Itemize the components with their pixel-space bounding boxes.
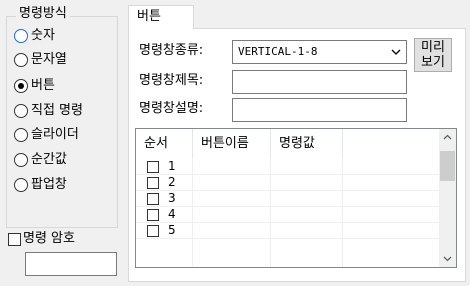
table-row[interactable]: 4: [136, 207, 441, 223]
password-checkbox-row[interactable]: 명령 암호: [8, 230, 75, 248]
preview-button-line2: 보기: [421, 55, 445, 70]
radio-direct-command[interactable]: 직접 명령: [14, 101, 83, 121]
row-order: 5: [168, 223, 176, 237]
window-type-select[interactable]: VERTICAL-1-8: [232, 40, 407, 64]
window-type-value: VERTICAL-1-8: [238, 45, 318, 58]
radio-label: 순간값: [31, 152, 67, 167]
tab-button[interactable]: 버튼: [128, 5, 194, 29]
radio-button[interactable]: [14, 153, 28, 167]
command-mode-group: [6, 16, 118, 228]
radio-button[interactable]: [14, 128, 28, 142]
chevron-down-icon: [391, 49, 401, 55]
radio-label: 팝업창: [31, 177, 67, 192]
window-title-input[interactable]: [232, 70, 407, 94]
button-list[interactable]: 순서 버튼이름 명령값 1 2 3 4 5: [135, 128, 457, 268]
radio-button[interactable]: [14, 29, 28, 43]
scrollbar-thumb[interactable]: [440, 151, 455, 181]
preview-button[interactable]: 미리 보기: [414, 38, 452, 72]
row-checkbox[interactable]: [147, 177, 159, 189]
window-desc-input[interactable]: [232, 98, 407, 122]
column-header-value[interactable]: 명령값: [271, 129, 343, 158]
button-list-header: 순서 버튼이름 명령값: [136, 129, 441, 158]
row-checkbox[interactable]: [147, 193, 159, 205]
command-mode-group-title: 명령방식: [16, 6, 70, 22]
vertical-scrollbar[interactable]: [439, 129, 456, 267]
row-checkbox[interactable]: [147, 209, 159, 221]
radio-button-mode[interactable]: 버튼: [14, 76, 55, 96]
radio-button[interactable]: [14, 178, 28, 192]
radio-button[interactable]: [14, 53, 28, 67]
row-order: 1: [168, 159, 176, 173]
radio-slider[interactable]: 슬라이더: [14, 125, 79, 145]
radio-string[interactable]: 문자열: [14, 50, 67, 70]
password-input[interactable]: [25, 252, 117, 276]
row-order: 2: [168, 175, 176, 189]
radio-label: 문자열: [31, 52, 67, 67]
radio-label: 직접 명령: [31, 103, 83, 118]
window-desc-label: 명령창설명:: [139, 101, 204, 116]
radio-number[interactable]: 숫자: [14, 26, 55, 46]
radio-label: 슬라이더: [31, 127, 79, 142]
column-header-order[interactable]: 순서: [136, 129, 193, 158]
row-checkbox[interactable]: [147, 161, 159, 173]
preview-button-line1: 미리: [421, 40, 445, 55]
table-row[interactable]: 3: [136, 191, 441, 207]
password-label: 명령 암호: [23, 231, 75, 246]
radio-button[interactable]: [14, 104, 28, 118]
chevron-down-icon[interactable]: [439, 250, 456, 267]
table-row[interactable]: 5: [136, 223, 441, 239]
password-checkbox[interactable]: [8, 232, 21, 246]
row-checkbox[interactable]: [147, 225, 159, 237]
row-order: 3: [168, 191, 176, 205]
table-row[interactable]: 1: [136, 159, 441, 175]
radio-label: 숫자: [31, 28, 55, 43]
radio-momentary[interactable]: 순간값: [14, 150, 67, 170]
radio-label: 버튼: [31, 78, 55, 93]
row-order: 4: [168, 207, 176, 221]
column-header-name[interactable]: 버튼이름: [193, 129, 271, 158]
table-row[interactable]: 2: [136, 175, 441, 191]
radio-button[interactable]: [14, 79, 28, 93]
window-type-label: 명령창종류:: [139, 43, 204, 58]
window-title-label: 명령창제목:: [139, 73, 204, 88]
radio-popup[interactable]: 팝업창: [14, 175, 67, 195]
chevron-up-icon[interactable]: [439, 129, 456, 146]
